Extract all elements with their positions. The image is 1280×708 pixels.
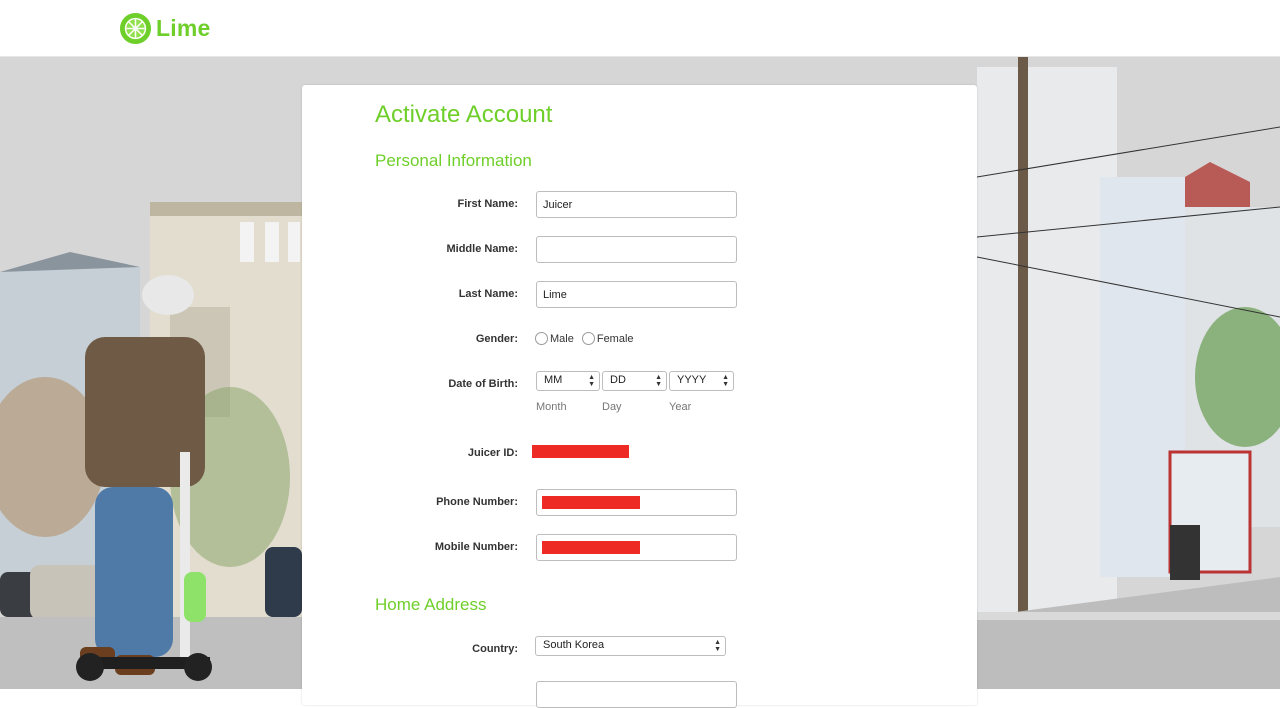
birth-year-caption: Year xyxy=(669,401,692,413)
middle-name-input[interactable] xyxy=(536,236,737,263)
juicer-id-redaction xyxy=(532,445,629,458)
birth-day-select[interactable]: DD ▲ ▼ xyxy=(602,371,667,391)
home-address-heading: Home Address xyxy=(375,595,487,614)
gender-male-radio[interactable] xyxy=(535,332,548,345)
personal-information-heading: Personal Information xyxy=(375,151,532,170)
phone-number-label: Phone Number: xyxy=(436,496,518,508)
mobile-number-label: Mobile Number: xyxy=(434,541,518,553)
birth-day-caption: Day xyxy=(602,401,622,413)
middle-name-label: Middle Name: xyxy=(446,243,518,255)
country-label: Country: xyxy=(472,643,518,655)
birth-year-value: YYYY xyxy=(677,374,707,386)
birth-day-value: DD xyxy=(610,374,626,386)
mobile-number-input[interactable] xyxy=(536,534,737,561)
select-arrows-icon: ▲ ▼ xyxy=(714,639,721,653)
first-name-input[interactable] xyxy=(536,191,737,218)
country-value: South Korea xyxy=(543,639,605,651)
gender-radio-group: Male Female xyxy=(535,332,642,345)
lime-logo-text: Lime xyxy=(156,15,211,41)
lime-logo[interactable]: Lime xyxy=(119,12,210,45)
gender-female-label[interactable]: Female xyxy=(597,333,634,345)
date-of-birth-label: Date of Birth: xyxy=(448,378,518,390)
select-arrows-icon: ▲ ▼ xyxy=(655,374,662,388)
top-bar: Lime xyxy=(0,0,1280,57)
mobile-number-redaction xyxy=(542,541,640,554)
phone-number-input[interactable] xyxy=(536,489,737,516)
last-name-label: Last Name: xyxy=(458,288,518,300)
select-arrows-icon: ▲ ▼ xyxy=(588,374,595,388)
birth-month-caption: Month xyxy=(536,401,567,413)
last-name-input[interactable] xyxy=(536,281,737,308)
next-address-input[interactable] xyxy=(536,681,737,708)
select-arrows-icon: ▲ ▼ xyxy=(722,374,729,388)
first-name-label: First Name: xyxy=(457,198,518,210)
activate-account-card: Activate Account Personal Information Fi… xyxy=(302,85,977,708)
phone-number-redaction xyxy=(542,496,640,509)
birth-year-select[interactable]: YYYY ▲ ▼ xyxy=(669,371,734,391)
page-title: Activate Account xyxy=(375,101,553,128)
gender-label: Gender: xyxy=(475,333,518,345)
gender-female-radio[interactable] xyxy=(581,332,595,345)
birth-month-value: MM xyxy=(544,374,563,386)
lime-logo-icon xyxy=(119,12,152,45)
gender-male-label[interactable]: Male xyxy=(550,333,574,345)
birth-month-select[interactable]: MM ▲ ▼ xyxy=(536,371,600,391)
juicer-id-label: Juicer ID: xyxy=(467,447,518,459)
country-select[interactable]: South Korea ▲ ▼ xyxy=(535,636,726,656)
